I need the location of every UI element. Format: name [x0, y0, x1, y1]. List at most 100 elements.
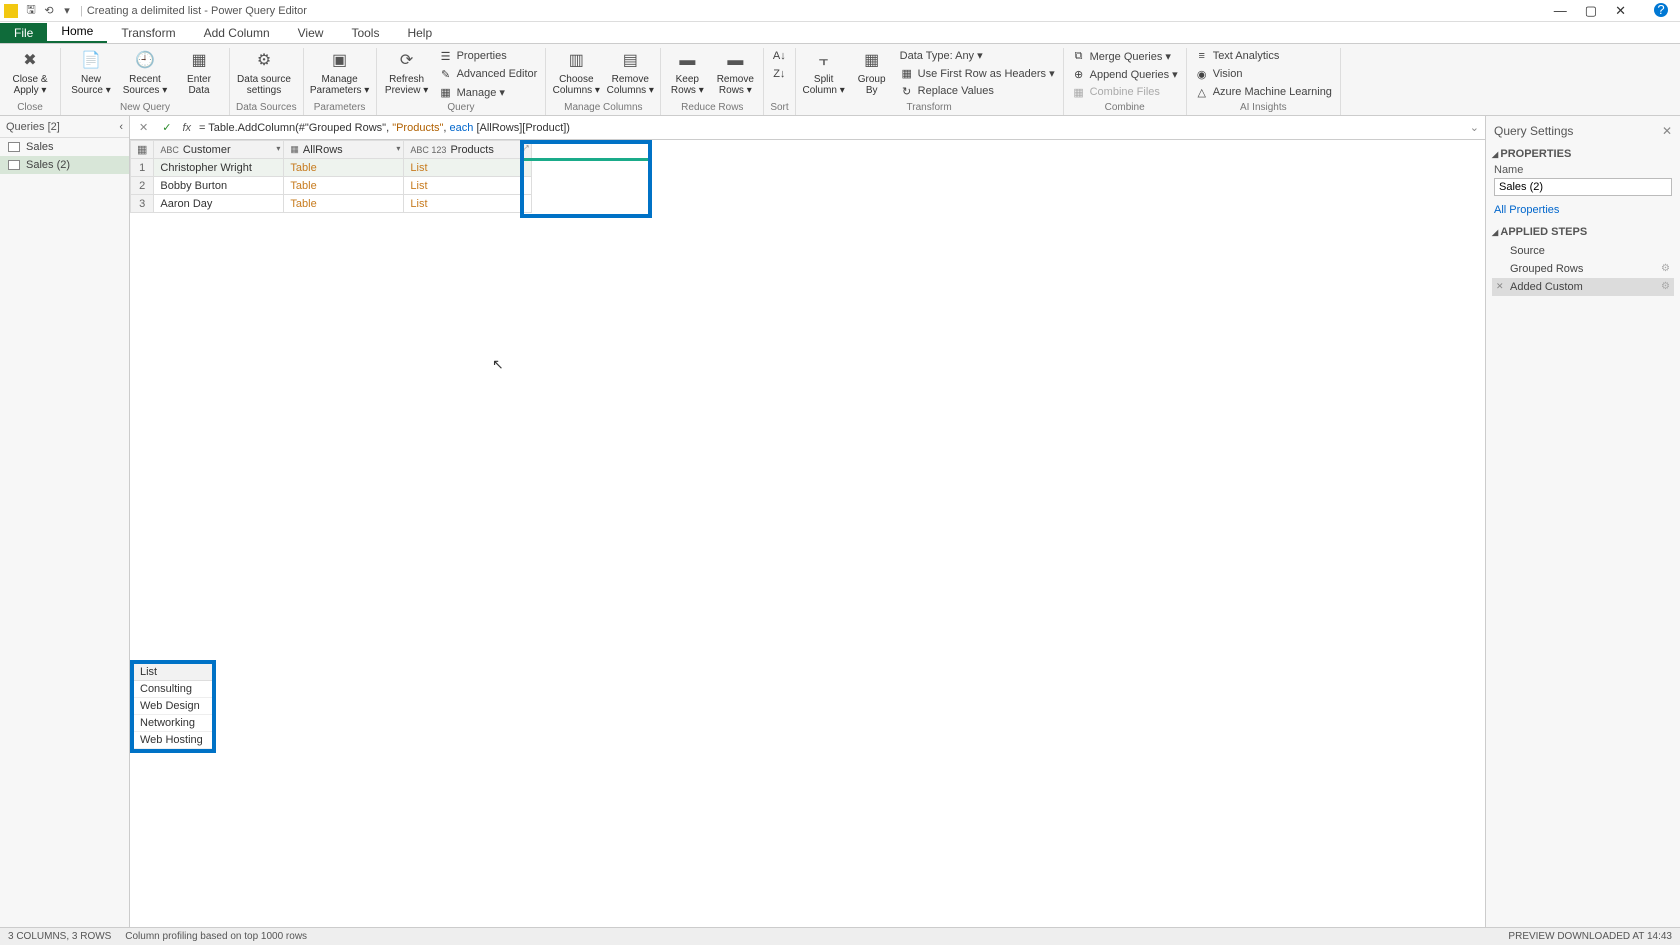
remove-rows-button[interactable]: ▬Remove Rows ▾ [713, 48, 757, 96]
choose-columns-icon: ▥ [565, 50, 587, 72]
cell-products[interactable]: List [404, 195, 532, 213]
query-item[interactable]: Sales [0, 138, 129, 156]
tab-transform[interactable]: Transform [107, 23, 189, 43]
tab-home[interactable]: Home [47, 21, 107, 43]
cell-allrows[interactable]: Table [284, 195, 404, 213]
table-row[interactable]: 1Christopher Wright Table List [131, 159, 532, 177]
recent-sources-button[interactable]: 🕘Recent Sources ▾ [121, 48, 169, 96]
column-header-allrows[interactable]: ▦AllRows▾ [284, 141, 404, 159]
column-header-products[interactable]: ABC 123Products⤢ [404, 141, 532, 159]
split-column-button[interactable]: ⫟Split Column ▾ [802, 48, 846, 96]
cancel-formula-icon[interactable]: ✕ [136, 121, 151, 134]
data-type-button[interactable]: Data Type: Any ▾ [898, 48, 1057, 63]
cell-customer[interactable]: Bobby Burton [154, 177, 284, 195]
gear-icon[interactable]: ⚙ [1661, 281, 1670, 292]
cell-products[interactable]: List [404, 159, 532, 177]
properties-section-header[interactable]: PROPERTIES [1492, 148, 1674, 160]
tab-tools[interactable]: Tools [337, 23, 393, 43]
cell-allrows[interactable]: Table [284, 159, 404, 177]
first-row-headers-button[interactable]: ▦Use First Row as Headers ▾ [898, 65, 1057, 81]
properties-button[interactable]: ☰Properties [437, 48, 540, 64]
expand-formula-icon[interactable]: ⌄ [1470, 121, 1479, 134]
cell-customer[interactable]: Christopher Wright [154, 159, 284, 177]
data-source-settings-button[interactable]: ⚙Data source settings [236, 48, 292, 96]
text-analytics-button[interactable]: ≡Text Analytics [1193, 48, 1334, 64]
query-name-input[interactable] [1494, 178, 1672, 196]
cell-products[interactable]: List [404, 177, 532, 195]
qat-undo-icon[interactable]: ⟲ [40, 4, 58, 17]
advanced-editor-button[interactable]: ✎Advanced Editor [437, 66, 540, 82]
list-link[interactable]: List [410, 198, 427, 210]
sort-desc-button[interactable]: Z↓ [770, 66, 788, 82]
cursor-icon: ↖ [492, 356, 504, 373]
close-settings-icon[interactable]: ✕ [1662, 124, 1672, 138]
remove-rows-icon: ▬ [724, 50, 746, 72]
all-properties-link[interactable]: All Properties [1494, 204, 1672, 216]
column-filter-icon[interactable]: ⤢ [522, 144, 528, 154]
cell-allrows[interactable]: Table [284, 177, 404, 195]
applied-step[interactable]: Source [1492, 242, 1674, 260]
qat-save-icon[interactable]: 🖫 [22, 1, 40, 20]
sort-asc-button[interactable]: A↓ [770, 48, 788, 64]
table-link[interactable]: Table [290, 198, 316, 210]
replace-values-button[interactable]: ↻Replace Values [898, 83, 1057, 99]
remove-columns-button[interactable]: ▤Remove Columns ▾ [606, 48, 654, 96]
applied-steps-header[interactable]: APPLIED STEPS [1492, 226, 1674, 238]
refresh-preview-button[interactable]: ⟳Refresh Preview ▾ [383, 48, 431, 96]
query-item[interactable]: Sales (2) [0, 156, 129, 174]
enter-data-button[interactable]: ▦Enter Data [175, 48, 223, 96]
list-preview-item: Web Hosting [134, 732, 212, 749]
close-window-button[interactable]: ✕ [1615, 3, 1626, 19]
column-header-customer[interactable]: ABCCustomer▾ [154, 141, 284, 159]
cell-customer[interactable]: Aaron Day [154, 195, 284, 213]
qat-redo-icon[interactable]: ▾ [58, 4, 76, 17]
commit-formula-icon[interactable]: ✓ [159, 121, 174, 134]
vision-button[interactable]: ◉Vision [1193, 66, 1334, 82]
applied-step[interactable]: Grouped Rows⚙ [1492, 260, 1674, 278]
azure-ml-button[interactable]: △Azure Machine Learning [1193, 84, 1334, 100]
tab-file[interactable]: File [0, 23, 47, 43]
table-link[interactable]: Table [290, 162, 316, 174]
status-left: 3 COLUMNS, 3 ROWS Column profiling based… [8, 931, 307, 942]
applied-step[interactable]: Added Custom⚙ [1492, 278, 1674, 296]
close-apply-button[interactable]: ✖Close & Apply ▾ [6, 48, 54, 96]
tab-help[interactable]: Help [393, 23, 446, 43]
manage-parameters-button[interactable]: ▣Manage Parameters ▾ [310, 48, 370, 96]
gear-icon[interactable]: ⚙ [1661, 263, 1670, 274]
manage-button[interactable]: ▦Manage ▾ [437, 84, 540, 100]
keep-rows-button[interactable]: ▬Keep Rows ▾ [667, 48, 707, 96]
column-filter-icon[interactable]: ▾ [396, 144, 400, 153]
help-icon[interactable]: ? [1654, 3, 1668, 17]
products-column-highlight [520, 140, 652, 218]
new-source-button[interactable]: 📄New Source ▾ [67, 48, 115, 96]
table-row[interactable]: 3Aaron Day Table List [131, 195, 532, 213]
row-number[interactable]: 1 [131, 159, 154, 177]
tab-add-column[interactable]: Add Column [190, 23, 284, 43]
datatype-icon[interactable]: ABC [160, 145, 179, 155]
list-link[interactable]: List [410, 180, 427, 192]
datatype-icon[interactable]: ABC 123 [410, 145, 446, 155]
maximize-button[interactable]: ▢ [1585, 3, 1597, 19]
group-by-button[interactable]: ▦Group By [852, 48, 892, 96]
queries-header: Queries [2] ‹ [0, 116, 129, 138]
table-link[interactable]: Table [290, 180, 316, 192]
row-number[interactable]: 2 [131, 177, 154, 195]
table-row[interactable]: 2Bobby Burton Table List [131, 177, 532, 195]
collapse-queries-icon[interactable]: ‹ [119, 121, 123, 133]
corner-cell[interactable]: ▦ [131, 141, 154, 159]
append-queries-button[interactable]: ⊕Append Queries ▾ [1070, 66, 1180, 82]
row-number[interactable]: 3 [131, 195, 154, 213]
minimize-button[interactable]: — [1554, 3, 1567, 19]
formula-input[interactable]: = Table.AddColumn(#"Grouped Rows", "Prod… [199, 122, 1462, 134]
choose-columns-button[interactable]: ▥Choose Columns ▾ [552, 48, 600, 96]
fx-icon[interactable]: fx [182, 122, 191, 134]
data-grid[interactable]: ▦ABCCustomer▾▦AllRows▾ABC 123Products⤢1C… [130, 140, 532, 213]
document-title: Creating a delimited list [87, 5, 201, 17]
status-columns-rows: 3 COLUMNS, 3 ROWS [8, 931, 111, 942]
column-filter-icon[interactable]: ▾ [276, 144, 280, 153]
merge-queries-button[interactable]: ⧉Merge Queries ▾ [1070, 48, 1180, 64]
ribbon-group-datasources: ⚙Data source settings Data Sources [230, 48, 304, 115]
datatype-icon[interactable]: ▦ [290, 144, 299, 155]
tab-view[interactable]: View [284, 23, 338, 43]
list-link[interactable]: List [410, 162, 427, 174]
